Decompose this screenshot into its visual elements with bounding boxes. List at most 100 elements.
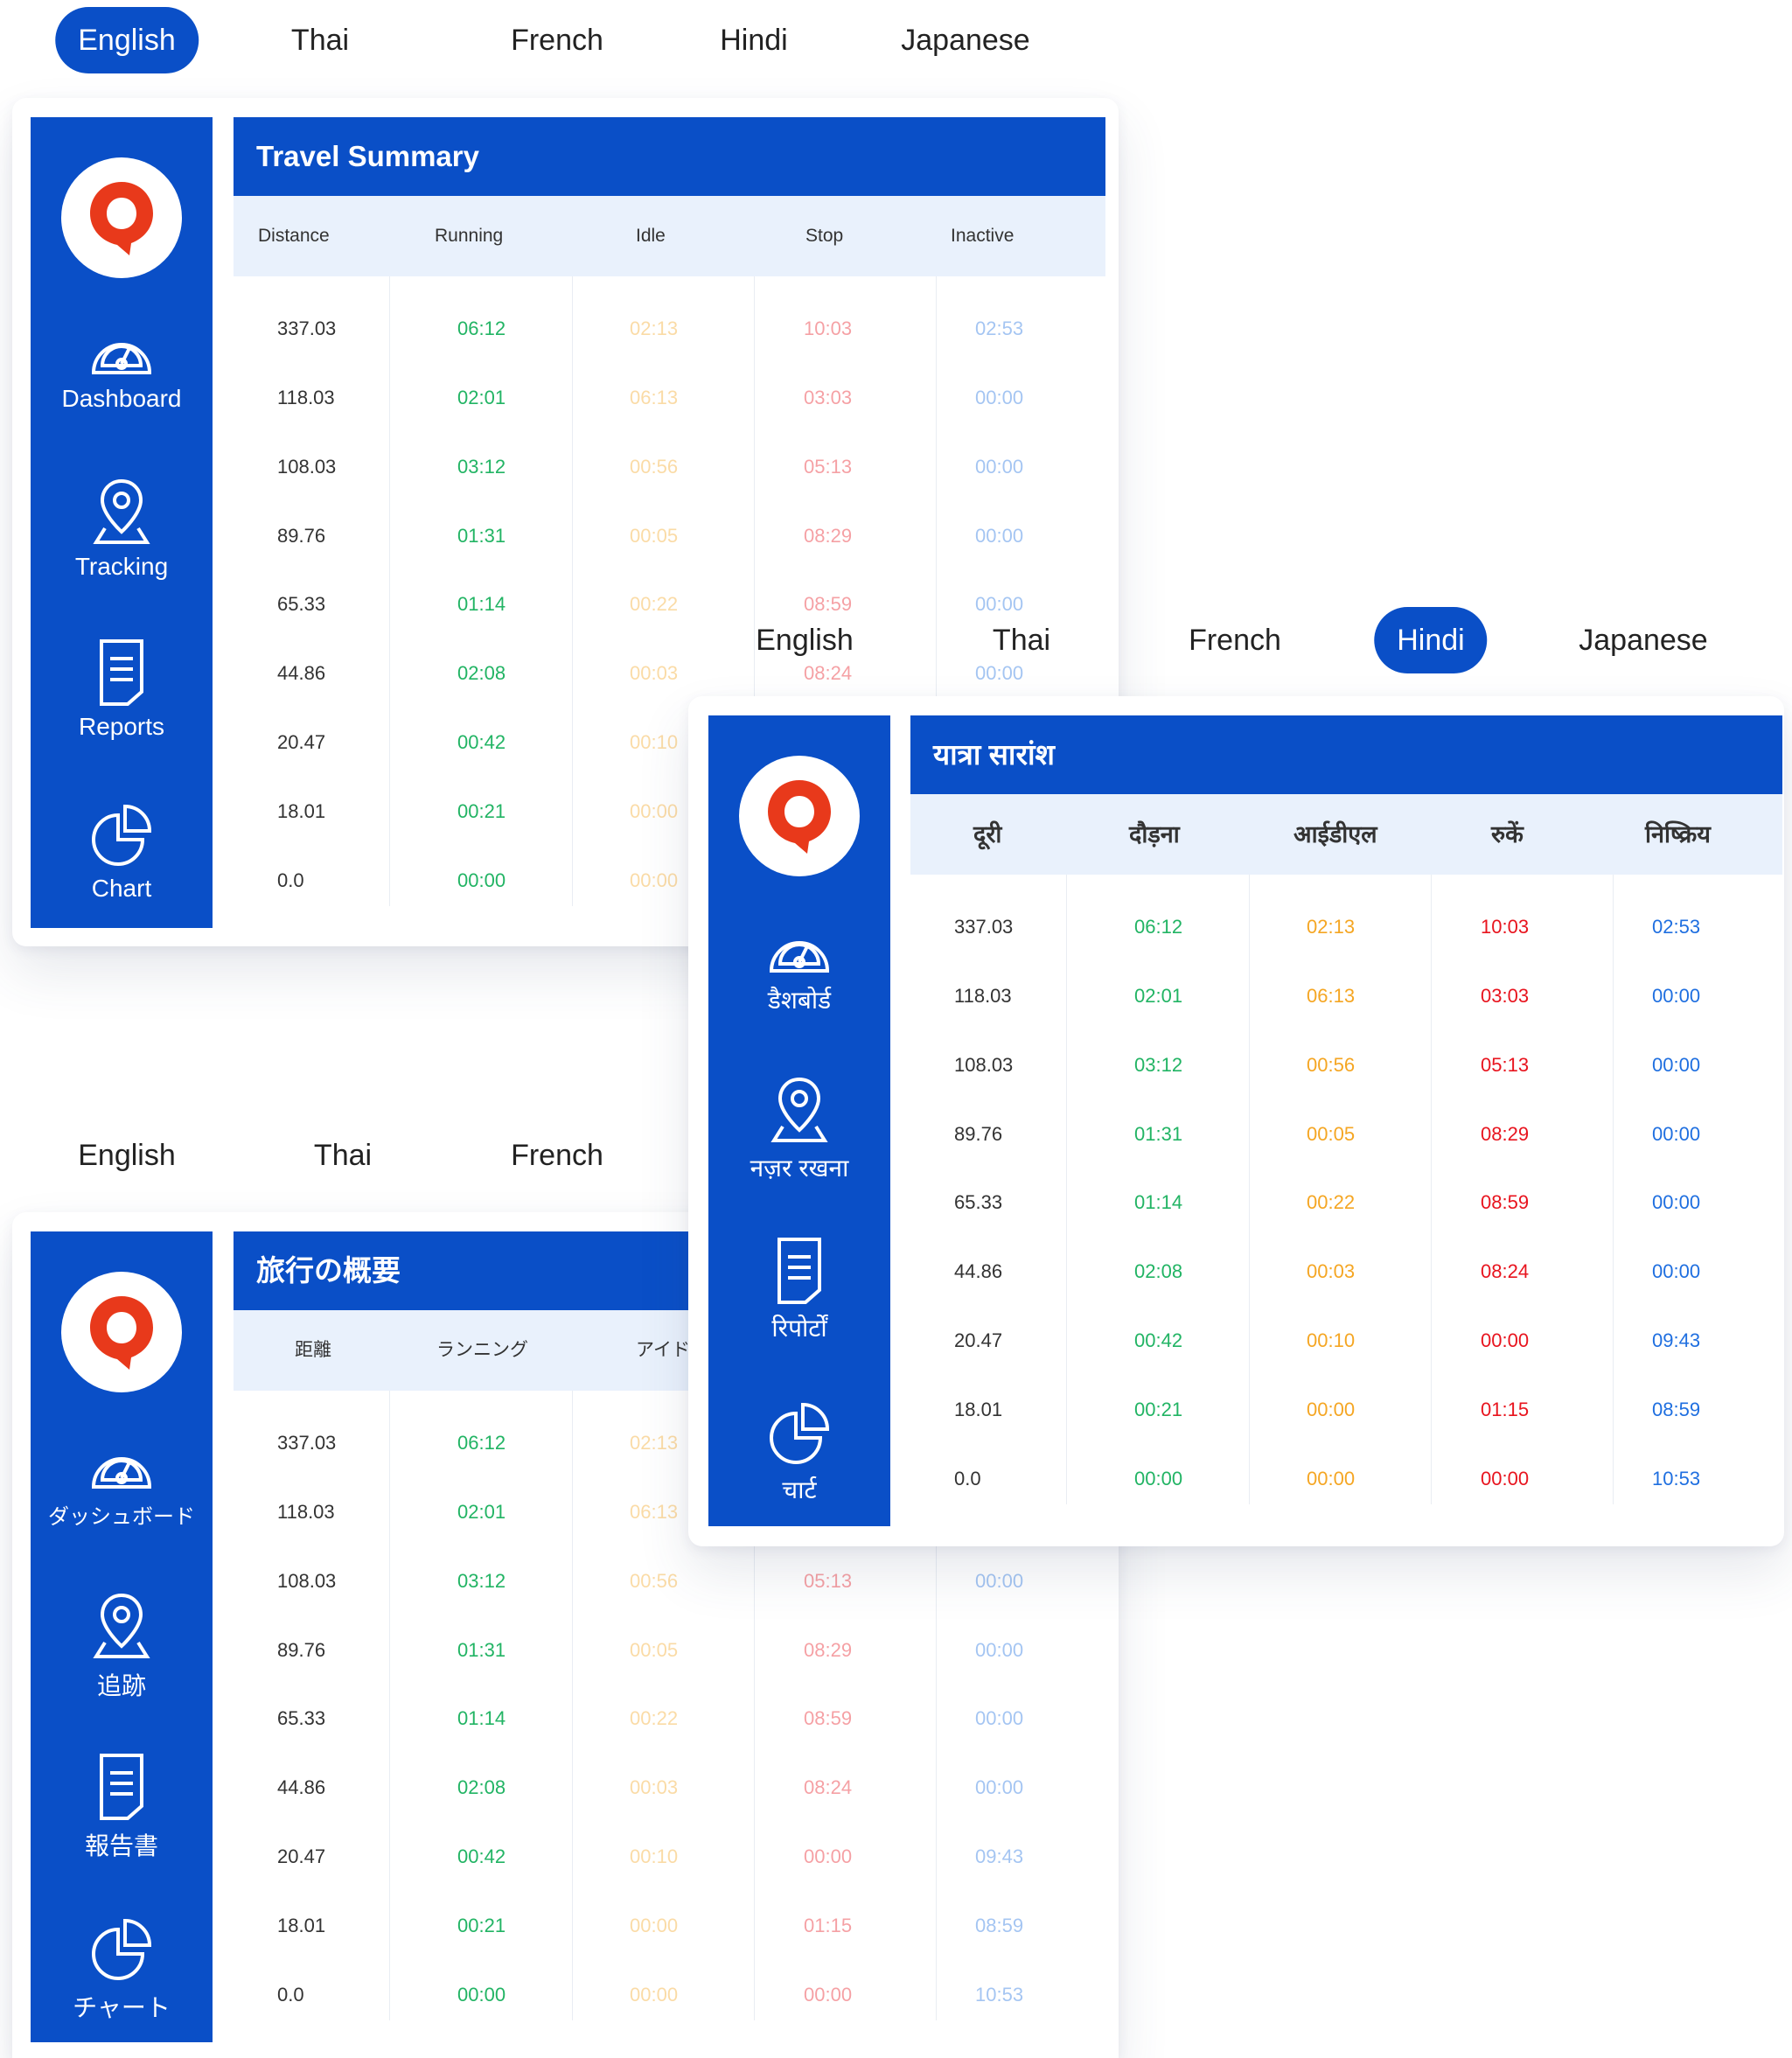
cell-distance: 65.33: [277, 1707, 326, 1729]
cell-stop: 08:29: [804, 525, 853, 547]
cell-stop: 01:15: [1481, 1399, 1530, 1420]
nav-label-chart: Chart: [91, 875, 152, 902]
column-header-inactive: Inactive: [951, 226, 1015, 246]
cell-distance: 0.0: [954, 1468, 981, 1489]
cell-inactive: 00:00: [1652, 1191, 1701, 1213]
location-pin-icon: [93, 1593, 150, 1658]
cell-running: 02:08: [1134, 1260, 1183, 1282]
cell-idle: 00:22: [630, 1707, 679, 1729]
cell-running: 01:14: [457, 1707, 506, 1729]
cell-inactive: 09:43: [1652, 1329, 1701, 1351]
cell-inactive: 08:59: [1652, 1399, 1701, 1420]
column-header-idle: Idle: [636, 226, 666, 246]
cell-running: 03:12: [457, 1570, 506, 1592]
cell-stop: 08:24: [1481, 1260, 1530, 1282]
cell-running: 00:42: [457, 1845, 506, 1867]
column-header-distance: 距離: [295, 1340, 331, 1360]
lang-tab-french[interactable]: French: [511, 7, 603, 73]
sidebar: ダッシュボード 追跡 報告書 チャート: [31, 1231, 213, 2042]
cell-idle: 00:56: [630, 1570, 679, 1592]
cell-stop: 05:13: [1481, 1054, 1530, 1076]
cell-running: 00:00: [457, 1984, 506, 2006]
lang-tab-thai[interactable]: Thai: [291, 7, 349, 73]
document-icon: [777, 1238, 821, 1304]
cell-distance: 89.76: [954, 1123, 1003, 1145]
nav-item-tracking[interactable]: 追跡: [31, 1590, 213, 1702]
cell-running: 01:31: [457, 525, 506, 547]
nav-label-chart: チャート: [73, 1994, 171, 2021]
cell-inactive: 00:00: [1652, 1260, 1701, 1282]
nav-item-dashboard[interactable]: Dashboard: [31, 320, 213, 413]
cell-inactive: 00:00: [1652, 985, 1701, 1007]
nav-item-tracking[interactable]: नज़र रखना: [708, 1074, 890, 1184]
lang-tab-french[interactable]: French: [1189, 607, 1281, 673]
cell-running: 01:31: [457, 1639, 506, 1661]
cell-distance: 89.76: [277, 1639, 326, 1661]
cell-idle: 00:00: [630, 1915, 679, 1936]
column-header-inactive: निष्क्रिय: [1645, 821, 1711, 848]
lang-tab-english[interactable]: English: [78, 1122, 176, 1189]
table-body: 337.03 06:12 02:13 10:03 02:53 118.03 02:01 06:…: [910, 875, 1782, 1526]
location-pin-icon: [93, 478, 150, 544]
column-header-stop: Stop: [805, 226, 844, 246]
cell-stop: 00:00: [804, 1845, 853, 1867]
cell-distance: 337.03: [277, 317, 337, 339]
cell-stop: 08:24: [804, 1776, 853, 1798]
cell-distance: 89.76: [277, 525, 326, 547]
lang-tab-japanese[interactable]: Japanese: [901, 7, 1029, 73]
column-header-idle: आईडीएल: [1293, 821, 1377, 848]
lang-tab-thai[interactable]: Thai: [314, 1122, 372, 1189]
nav-item-chart[interactable]: チャート: [31, 1914, 213, 2024]
speedometer-icon: [769, 941, 830, 973]
column-header-distance: Distance: [258, 226, 330, 246]
cell-idle: 00:00: [1307, 1399, 1356, 1420]
cell-running: 03:12: [1134, 1054, 1183, 1076]
cell-stop: 05:13: [804, 1570, 853, 1592]
cell-distance: 20.47: [277, 731, 326, 753]
cell-inactive: 02:53: [1652, 916, 1701, 938]
cell-distance: 108.03: [954, 1054, 1014, 1076]
cell-inactive: 00:00: [975, 1707, 1024, 1729]
lang-tab-hindi[interactable]: Hindi: [1374, 607, 1488, 673]
cell-distance: 0.0: [277, 1984, 304, 2006]
lang-tab-french[interactable]: French: [511, 1122, 603, 1189]
speedometer-icon: [91, 343, 152, 374]
cell-idle: 00:03: [1307, 1260, 1356, 1282]
cell-idle: 02:13: [630, 317, 679, 339]
lang-tab-hindi[interactable]: Hindi: [720, 7, 787, 73]
nav-item-dashboard[interactable]: डैशबोर्ड: [708, 918, 890, 1016]
cell-stop: 08:29: [1481, 1123, 1530, 1145]
cell-distance: 44.86: [954, 1260, 1003, 1282]
nav-item-chart[interactable]: Chart: [31, 799, 213, 903]
nav-item-reports[interactable]: 報告書: [31, 1752, 213, 1862]
cell-running: 00:21: [1134, 1399, 1183, 1420]
cell-idle: 00:10: [630, 731, 679, 753]
cell-running: 01:14: [1134, 1191, 1183, 1213]
cell-distance: 18.01: [954, 1399, 1003, 1420]
sidebar: डैशबोर्ड नज़र रखना रिपोर्टों चार्ट: [708, 715, 890, 1526]
location-pin-icon: [770, 1077, 828, 1142]
cell-running: 02:01: [1134, 985, 1183, 1007]
cell-inactive: 08:59: [975, 1915, 1024, 1936]
lang-tab-thai[interactable]: Thai: [993, 607, 1050, 673]
cell-inactive: 00:00: [1652, 1123, 1701, 1145]
cell-distance: 44.86: [277, 1776, 326, 1798]
nav-item-chart[interactable]: चार्ट: [708, 1398, 890, 1506]
cell-idle: 00:10: [630, 1845, 679, 1867]
lang-tab-english[interactable]: English: [756, 607, 854, 673]
lang-tab-english[interactable]: English: [55, 7, 199, 73]
cell-inactive: 09:43: [975, 1845, 1024, 1867]
cell-idle: 00:05: [1307, 1123, 1356, 1145]
nav-label-dashboard: ダッシュボード: [48, 1505, 195, 1529]
sidebar: Dashboard Tracking Reports Chart: [31, 117, 213, 928]
map-pin-logo-icon: [768, 780, 831, 854]
nav-item-tracking[interactable]: Tracking: [31, 476, 213, 581]
nav-item-dashboard[interactable]: ダッシュボード: [31, 1434, 213, 1530]
lang-tab-japanese[interactable]: Japanese: [1579, 607, 1707, 673]
cell-running: 06:12: [457, 1432, 506, 1454]
nav-item-reports[interactable]: रिपोर्टों: [708, 1236, 890, 1344]
panel-title: यात्रा सारांश: [910, 715, 1782, 794]
cell-stop: 03:03: [804, 387, 853, 408]
cell-stop: 08:29: [804, 1639, 853, 1661]
cell-stop: 01:15: [804, 1915, 853, 1936]
